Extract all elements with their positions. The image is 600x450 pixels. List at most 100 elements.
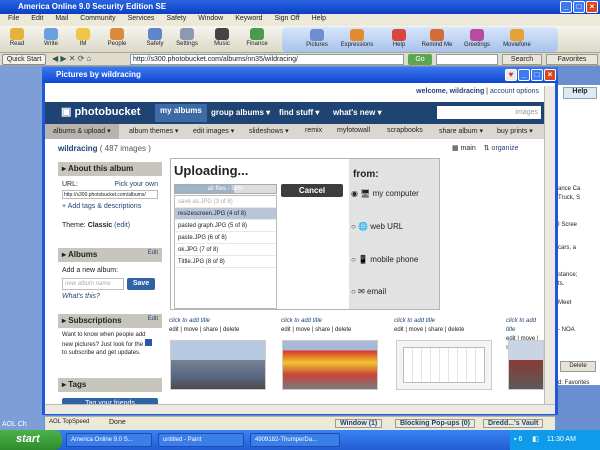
expressions-button[interactable]: Expressions [340,29,374,48]
subnav-slideshows[interactable]: slideshows ▾ [249,127,289,135]
account-options-link[interactable]: account options [490,88,539,95]
settings-button[interactable]: Settings [170,28,204,47]
menu-help[interactable]: Help [312,15,326,25]
horizontal-scrollbar[interactable] [45,404,555,414]
add-tags-link[interactable]: + Add tags & descriptions [62,202,158,212]
minimize-button[interactable]: _ [518,69,530,81]
photo-thumbnail-dragster[interactable] [170,340,266,390]
subnav-remix[interactable]: remix [305,127,322,134]
window-status[interactable]: Window (1) [335,419,383,428]
add-title-link[interactable]: click to add title [394,317,464,326]
aol-help-button[interactable]: Help [563,87,597,99]
maximize-button[interactable]: □ [573,1,585,13]
aol-search-input[interactable] [436,54,498,65]
photobucket-search-input[interactable]: images [437,106,541,119]
minimize-button[interactable]: _ [560,1,572,13]
album-url-field[interactable]: http://s300.photobucket.com/albums/ [62,190,158,199]
source-email[interactable]: ○ ✉ email [351,287,386,296]
people-button[interactable]: People [100,28,134,47]
heart-icon[interactable]: ♥ [505,69,517,81]
menu-sign-off[interactable]: Sign Off [274,15,299,25]
search-button[interactable]: Search [502,54,542,65]
finance-button[interactable]: Finance [240,28,274,47]
source-mobile-phone[interactable]: ○ 📱 mobile phone [351,255,418,264]
thumb-actions[interactable]: edit | move | share | delete [169,326,239,335]
source-web-url[interactable]: ○ 🌐 web URL [351,222,403,231]
subnav-album-themes[interactable]: album themes ▾ [129,127,178,135]
menu-file[interactable]: File [8,15,19,25]
username-link[interactable]: wildracing [58,144,98,153]
start-button[interactable]: start [0,430,62,450]
add-title-link[interactable]: click to add title [281,317,351,326]
view-organize-link[interactable]: organize [492,145,519,152]
theme-edit-link[interactable]: (edit) [114,222,130,229]
music-button[interactable]: Music [205,28,239,47]
subnav-albums-upload[interactable]: albums & upload ▾ [45,124,119,139]
delete-button[interactable]: Delete [560,361,596,372]
photo-thumbnail-car[interactable] [508,340,544,390]
grid-icon[interactable]: ▦ [452,145,459,152]
tab-find-stuff[interactable]: find stuff ▾ [279,108,319,117]
radio-button[interactable]: ○ [351,287,356,296]
albums-edit-link[interactable]: Edit [148,250,158,256]
subnav-scrapbooks[interactable]: scrapbooks [387,127,423,134]
view-main-link[interactable]: main [461,145,476,152]
subnav-share-album[interactable]: share album ▾ [439,127,483,135]
task-paint[interactable]: untitled - Paint [158,433,244,447]
whats-this-link[interactable]: What's this? [62,292,158,302]
menu-safety[interactable]: Safety [166,15,186,25]
close-button[interactable]: × [544,69,556,81]
welcome-link[interactable]: welcome, wildracing [416,88,484,95]
tab-my-albums[interactable]: my albums [155,104,207,122]
help-button[interactable]: Help [382,29,416,48]
photo-thumbnail-diagram[interactable] [396,340,492,390]
favorites-button[interactable]: Favorites [546,54,598,65]
task-aol[interactable]: America Online 9.0 S... [66,433,152,447]
menu-keyword[interactable]: Keyword [235,15,262,25]
subnav-buy-prints[interactable]: buy prints ▾ [497,127,533,135]
thumb-actions[interactable]: edit | move | share | delete [394,326,464,335]
task-thumper[interactable]: 4909182-ThumperDa... [250,433,340,447]
nav-arrows-icon[interactable]: ◀ ▶ ✕ ⟳ ⌂ [52,54,124,65]
im-button[interactable]: IM [66,28,100,47]
subnav-myfotowall[interactable]: myfotowall [337,127,370,134]
radio-button[interactable]: ○ [351,222,356,231]
close-button[interactable]: × [586,1,598,13]
moviefone-button[interactable]: Moviefone [500,29,534,48]
add-title-link[interactable]: click to add title [506,317,544,335]
read-button[interactable]: Read [0,28,34,47]
subscriptions-edit-link[interactable]: Edit [148,316,158,322]
radio-button[interactable]: ○ [351,255,356,264]
new-album-input[interactable]: new album name [62,278,124,290]
vertical-scrollbar[interactable] [544,86,555,404]
subnav-edit-images[interactable]: edit images ▾ [193,127,234,135]
menu-services[interactable]: Services [128,15,155,25]
organize-icon[interactable]: ⇅ [484,145,490,152]
menu-mail[interactable]: Mail [55,15,68,25]
url-field[interactable]: http://s300.photobucket.com/albums/nn35/… [130,54,404,65]
remind-me-button[interactable]: Remind Me [420,29,454,48]
quick-start-button[interactable]: Quick Start [2,54,46,65]
tab-group-albums[interactable]: group albums ▾ [211,108,270,117]
menu-community[interactable]: Community [80,15,115,25]
popup-blocker-status[interactable]: Blocking Pop-ups (0) [395,419,475,428]
tab-whats-new[interactable]: what's new ▾ [333,108,382,117]
maximize-button[interactable]: □ [531,69,543,81]
network-icon[interactable]: ◧ [532,436,539,443]
photobucket-logo[interactable]: ▣ photobucket [61,105,140,118]
greetings-button[interactable]: Greetings [460,29,494,48]
menu-window[interactable]: Window [198,15,223,25]
go-button[interactable]: Go [408,54,432,65]
save-button[interactable]: Save [127,278,155,290]
cancel-button[interactable]: Cancel [281,184,343,197]
photo-thumbnail-motorsports-park[interactable] [282,340,378,390]
vault-status[interactable]: Dredd...'s Vault [483,419,544,428]
safety-button[interactable]: Safety [138,28,172,47]
write-button[interactable]: Write [34,28,68,47]
menu-edit[interactable]: Edit [31,15,43,25]
thumb-actions[interactable]: edit | move | share | delete [281,326,351,335]
source-my-computer[interactable]: ◉ 🖥 my computer [351,189,419,198]
pick-own-link[interactable]: Pick your own [114,180,158,190]
radio-button[interactable]: ◉ [351,189,358,198]
pictures-button[interactable]: Pictures [300,29,334,48]
